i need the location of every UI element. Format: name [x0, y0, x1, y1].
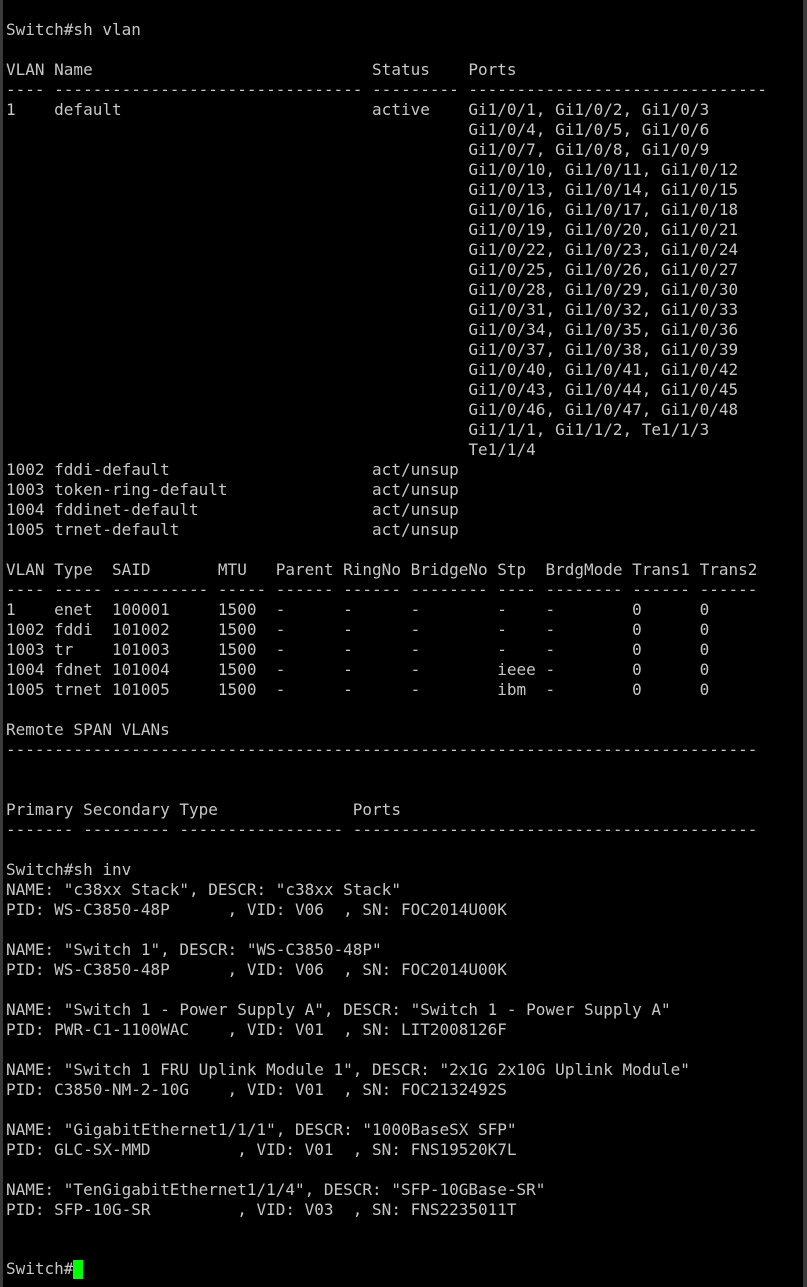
terminal-line: Gi1/0/16, Gi1/0/17, Gi1/0/18	[6, 200, 739, 219]
terminal-line: 1004 fddinet-default act/unsup	[6, 500, 459, 519]
terminal-line: Gi1/0/25, Gi1/0/26, Gi1/0/27	[6, 260, 739, 279]
terminal-line: 1003 tr 101003 1500 - - - - - 0 0	[6, 640, 710, 659]
command-prompt-line[interactable]: Switch#	[6, 1259, 84, 1279]
terminal-line: Gi1/0/28, Gi1/0/29, Gi1/0/30	[6, 280, 739, 299]
terminal-line: Gi1/0/34, Gi1/0/35, Gi1/0/36	[6, 320, 739, 339]
terminal-line: NAME: "Switch 1 - Power Supply A", DESCR…	[6, 1000, 671, 1019]
terminal-line: ----------------------------------------…	[6, 740, 758, 759]
terminal-line: 1 enet 100001 1500 - - - - - 0 0	[6, 600, 710, 619]
terminal-line: 1 default active Gi1/0/1, Gi1/0/2, Gi1/0…	[6, 100, 710, 119]
terminal-line: Gi1/0/7, Gi1/0/8, Gi1/0/9	[6, 140, 710, 159]
terminal-line: Gi1/0/31, Gi1/0/32, Gi1/0/33	[6, 300, 739, 319]
terminal-line: PID: WS-C3850-48P , VID: V06 , SN: FOC20…	[6, 960, 507, 979]
terminal-line: ---- ----- ---------- ----- ------ -----…	[6, 580, 758, 599]
text-cursor	[73, 1259, 84, 1279]
terminal-line: 1004 fdnet 101004 1500 - - - ieee - 0 0	[6, 660, 710, 679]
terminal-line: NAME: "Switch 1", DESCR: "WS-C3850-48P"	[6, 940, 382, 959]
terminal-line: 1003 token-ring-default act/unsup	[6, 480, 459, 499]
prompt-text: Switch#	[6, 1259, 74, 1278]
terminal-line: Gi1/0/22, Gi1/0/23, Gi1/0/24	[6, 240, 739, 259]
terminal-line: Gi1/0/4, Gi1/0/5, Gi1/0/6	[6, 120, 710, 139]
terminal-line: Gi1/0/43, Gi1/0/44, Gi1/0/45	[6, 380, 739, 399]
terminal-line: PID: PWR-C1-1100WAC , VID: V01 , SN: LIT…	[6, 1020, 507, 1039]
terminal-line: Gi1/0/10, Gi1/0/11, Gi1/0/12	[6, 160, 739, 179]
terminal-output: Switch#sh vlan VLAN Name Status Ports --…	[6, 20, 767, 1220]
terminal-line: NAME: "GigabitEthernet1/1/1", DESCR: "10…	[6, 1120, 517, 1139]
terminal-line: PID: SFP-10G-SR , VID: V03 , SN: FNS2235…	[6, 1200, 517, 1219]
terminal-line: VLAN Name Status Ports	[6, 60, 517, 79]
terminal-line: 1002 fddi-default act/unsup	[6, 460, 459, 479]
terminal-line: 1002 fddi 101002 1500 - - - - - 0 0	[6, 620, 710, 639]
terminal-line: PID: WS-C3850-48P , VID: V06 , SN: FOC20…	[6, 900, 507, 919]
terminal-line: Gi1/0/46, Gi1/0/47, Gi1/0/48	[6, 400, 739, 419]
terminal-line: Gi1/0/37, Gi1/0/38, Gi1/0/39	[6, 340, 739, 359]
terminal-line: Gi1/0/19, Gi1/0/20, Gi1/0/21	[6, 220, 739, 239]
terminal-line: Switch#sh inv	[6, 860, 132, 879]
terminal-line: Gi1/0/40, Gi1/0/41, Gi1/0/42	[6, 360, 739, 379]
terminal-line: Remote SPAN VLANs	[6, 720, 170, 739]
terminal-line: ---- -------------------------------- --…	[6, 80, 767, 99]
terminal-line: NAME: "Switch 1 FRU Uplink Module 1", DE…	[6, 1060, 690, 1079]
terminal-line: Te1/1/4	[6, 440, 536, 459]
terminal-line: 1005 trnet-default act/unsup	[6, 520, 459, 539]
terminal-line: ------- --------- ----------------- ----…	[6, 820, 758, 839]
terminal-line: PID: C3850-NM-2-10G , VID: V01 , SN: FOC…	[6, 1080, 507, 1099]
terminal-line: 1005 trnet 101005 1500 - - - ibm - 0 0	[6, 680, 710, 699]
terminal-line: VLAN Type SAID MTU Parent RingNo BridgeN…	[6, 560, 758, 579]
terminal-line: Gi1/0/13, Gi1/0/14, Gi1/0/15	[6, 180, 739, 199]
terminal-line: Gi1/1/1, Gi1/1/2, Te1/1/3	[6, 420, 710, 439]
terminal-line: PID: GLC-SX-MMD , VID: V01 , SN: FNS1952…	[6, 1140, 517, 1159]
terminal-window[interactable]: Switch#sh vlan VLAN Name Status Ports --…	[3, 0, 803, 1287]
terminal-line: NAME: "TenGigabitEthernet1/1/4", DESCR: …	[6, 1180, 546, 1199]
terminal-line: Switch#sh vlan	[6, 20, 141, 39]
scrollbar-track[interactable]	[803, 0, 807, 1287]
terminal-line: NAME: "c38xx Stack", DESCR: "c38xx Stack…	[6, 880, 401, 899]
terminal-line: Primary Secondary Type Ports	[6, 800, 401, 819]
